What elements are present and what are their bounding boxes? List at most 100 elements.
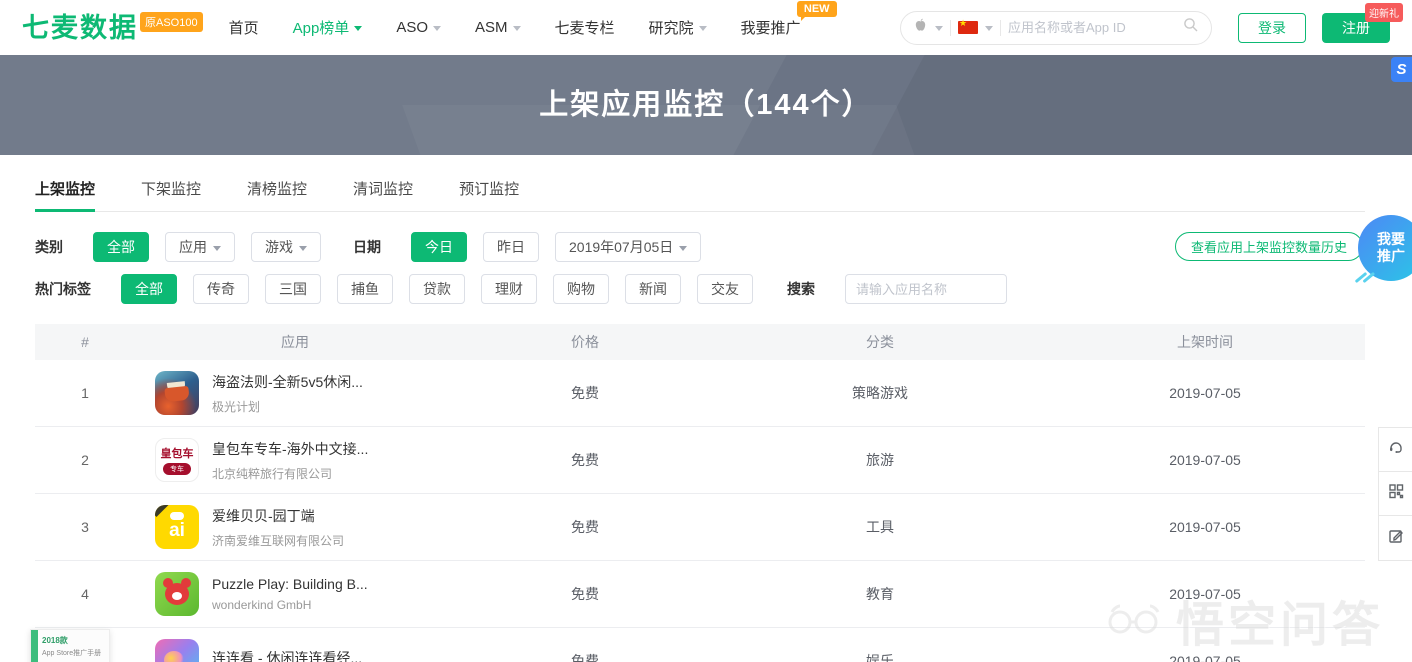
top-navbar: 七麦数据 原ASO100 首页 App榜单 ASO ASM 七麦专栏 研究院 我… bbox=[0, 0, 1412, 55]
app-name[interactable]: Puzzle Play: Building B... bbox=[212, 576, 368, 592]
date-today-button[interactable]: 今日 bbox=[411, 232, 467, 262]
app-icon: 皇包车 专车 bbox=[155, 438, 199, 482]
app-developer: 济南爱维互联网有限公司 bbox=[212, 532, 344, 549]
app-name-filter-input[interactable] bbox=[845, 274, 1007, 304]
date-yesterday-button[interactable]: 昨日 bbox=[483, 232, 539, 262]
tag-all[interactable]: 全部 bbox=[121, 274, 177, 304]
table-row[interactable]: 1 海盗法则-全新5v5休闲... 极光计划 免费 策略游戏 2019-07-0… bbox=[35, 360, 1365, 427]
app-price: 免费 bbox=[455, 383, 715, 403]
tab-removal-monitor[interactable]: 下架监控 bbox=[141, 178, 201, 211]
app-launch-date: 2019-07-05 bbox=[1045, 519, 1365, 535]
app-icon: ai bbox=[155, 505, 199, 549]
page-banner: 上架应用监控（144个） bbox=[0, 55, 1412, 155]
nav-item-aso[interactable]: ASO bbox=[396, 19, 441, 36]
login-button[interactable]: 登录 bbox=[1238, 13, 1306, 43]
brand[interactable]: 七麦数据 原ASO100 bbox=[22, 10, 203, 46]
caret-down-icon[interactable] bbox=[985, 26, 993, 31]
new-badge: NEW bbox=[797, 1, 837, 17]
app-launch-date: 2019-07-05 bbox=[1045, 653, 1365, 662]
logo-text: 七麦数据 bbox=[22, 10, 138, 46]
caret-down-icon bbox=[433, 26, 441, 31]
apple-platform-icon[interactable] bbox=[913, 17, 928, 38]
app-category: 策略游戏 bbox=[715, 383, 1045, 403]
app-search-input[interactable] bbox=[1008, 20, 1176, 35]
app-category: 教育 bbox=[715, 584, 1045, 604]
tag-legend[interactable]: 传奇 bbox=[193, 274, 249, 304]
auth-buttons: 登录 注册 迎新礼 bbox=[1238, 13, 1390, 43]
table-row[interactable]: 4 Puzzle Play: Building B... wonderkind … bbox=[35, 561, 1365, 628]
tab-chart-clear-monitor[interactable]: 清榜监控 bbox=[247, 178, 307, 211]
customer-service-button[interactable] bbox=[1379, 428, 1412, 472]
tag-loans[interactable]: 贷款 bbox=[409, 274, 465, 304]
filter-row-tags: 热门标签 全部 传奇 三国 捕鱼 贷款 理财 购物 新闻 交友 搜索 bbox=[35, 274, 1412, 304]
tag-three-kingdoms[interactable]: 三国 bbox=[265, 274, 321, 304]
app-developer: 北京纯粹旅行有限公司 bbox=[212, 465, 368, 482]
tag-shopping[interactable]: 购物 bbox=[553, 274, 609, 304]
nav-item-research[interactable]: 研究院 bbox=[649, 17, 707, 38]
table-row[interactable]: 2 皇包车 专车 皇包车专车-海外中文接... 北京纯粹旅行有限公司 免费 旅游… bbox=[35, 427, 1365, 494]
col-price: 价格 bbox=[455, 332, 715, 352]
view-history-button[interactable]: 查看应用上架监控数量历史 bbox=[1175, 232, 1363, 261]
col-app: 应用 bbox=[135, 332, 455, 352]
app-price: 免费 bbox=[455, 651, 715, 662]
app-launch-date: 2019-07-05 bbox=[1045, 452, 1365, 468]
headset-icon bbox=[1387, 438, 1405, 461]
tag-finance[interactable]: 理财 bbox=[481, 274, 537, 304]
page: 七麦数据 原ASO100 首页 App榜单 ASO ASM 七麦专栏 研究院 我… bbox=[0, 0, 1412, 662]
feedback-button[interactable] bbox=[1379, 516, 1412, 560]
page-title: 上架应用监控（144个） bbox=[0, 55, 1412, 155]
qr-code-button[interactable] bbox=[1379, 472, 1412, 516]
nav-menu: 首页 App榜单 ASO ASM 七麦专栏 研究院 我要推广 NEW bbox=[229, 17, 801, 38]
app-name[interactable]: 皇包车专车-海外中文接... bbox=[212, 439, 368, 459]
category-all-button[interactable]: 全部 bbox=[93, 232, 149, 262]
app-name[interactable]: 海盗法则-全新5v5休闲... bbox=[212, 372, 363, 392]
app-launch-date: 2019-07-05 bbox=[1045, 385, 1365, 401]
tag-fishing[interactable]: 捕鱼 bbox=[337, 274, 393, 304]
china-flag-icon[interactable]: ★ bbox=[958, 21, 978, 34]
table-header: # 应用 价格 分类 上架时间 bbox=[35, 324, 1365, 360]
app-icon bbox=[155, 371, 199, 415]
date-picker-dropdown[interactable]: 2019年07月05日 bbox=[555, 232, 701, 262]
monitor-tabs: 上架监控 下架监控 清榜监控 清词监控 预订监控 bbox=[35, 178, 1365, 212]
logo-badge: 原ASO100 bbox=[140, 12, 203, 32]
nav-item-promote[interactable]: 我要推广 NEW bbox=[741, 17, 801, 38]
nav-item-asm[interactable]: ASM bbox=[475, 19, 521, 36]
col-date: 上架时间 bbox=[1045, 332, 1365, 352]
caret-down-icon bbox=[513, 26, 521, 31]
register-button[interactable]: 注册 迎新礼 bbox=[1322, 13, 1390, 43]
table-row[interactable]: 5 连连看 - 休闲连连看经... 免费 娱乐 2019-07-05 bbox=[35, 628, 1365, 662]
promo-card[interactable]: 2018款 App Store推广手册 bbox=[30, 629, 110, 662]
share-widget-icon[interactable]: S bbox=[1391, 57, 1412, 82]
app-search-bar: ★ bbox=[900, 11, 1212, 45]
app-name[interactable]: 爱维贝贝-园丁端 bbox=[212, 506, 344, 526]
caret-down-icon bbox=[299, 246, 307, 251]
edit-pencil-icon bbox=[1387, 527, 1405, 550]
tag-social[interactable]: 交友 bbox=[697, 274, 753, 304]
category-label: 类别 bbox=[35, 237, 63, 257]
app-category: 娱乐 bbox=[715, 651, 1045, 662]
caret-down-icon[interactable] bbox=[935, 26, 943, 31]
tab-keyword-clear-monitor[interactable]: 清词监控 bbox=[353, 178, 413, 211]
hot-tags-label: 热门标签 bbox=[35, 279, 91, 299]
category-game-dropdown[interactable]: 游戏 bbox=[251, 232, 321, 262]
tab-preorder-monitor[interactable]: 预订监控 bbox=[459, 178, 519, 211]
col-category: 分类 bbox=[715, 332, 1045, 352]
app-category: 旅游 bbox=[715, 450, 1045, 470]
search-icon[interactable] bbox=[1183, 17, 1199, 38]
app-developer: wonderkind GmbH bbox=[212, 598, 368, 612]
nav-item-app-rankings[interactable]: App榜单 bbox=[293, 17, 363, 38]
tab-launch-monitor[interactable]: 上架监控 bbox=[35, 178, 95, 211]
search-label: 搜索 bbox=[787, 279, 815, 299]
tag-news[interactable]: 新闻 bbox=[625, 274, 681, 304]
main-content: 上架监控 下架监控 清榜监控 清词监控 预订监控 类别 全部 应用 游戏 日期 … bbox=[0, 155, 1412, 662]
table-row[interactable]: 3 ai 爱维贝贝-园丁端 济南爱维互联网有限公司 免费 工具 2019-07-… bbox=[35, 494, 1365, 561]
category-app-dropdown[interactable]: 应用 bbox=[165, 232, 235, 262]
nav-item-column[interactable]: 七麦专栏 bbox=[555, 17, 615, 38]
welcome-gift-badge: 迎新礼 bbox=[1365, 3, 1403, 22]
app-price: 免费 bbox=[455, 584, 715, 604]
nav-item-home[interactable]: 首页 bbox=[229, 17, 259, 38]
app-price: 免费 bbox=[455, 450, 715, 470]
app-launch-date: 2019-07-05 bbox=[1045, 586, 1365, 602]
app-name[interactable]: 连连看 - 休闲连连看经... bbox=[212, 648, 362, 662]
caret-down-icon bbox=[699, 26, 707, 31]
